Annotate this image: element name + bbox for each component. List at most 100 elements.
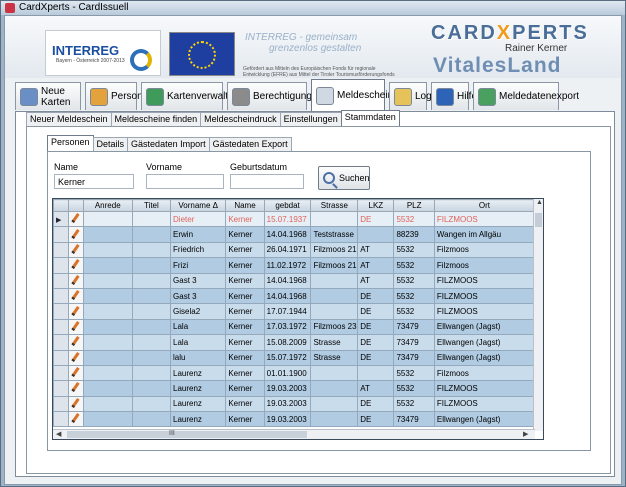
table-cell[interactable] <box>82 303 133 320</box>
table-cell[interactable]: FILZMOOS <box>433 287 536 305</box>
edit-cell[interactable] <box>67 226 84 243</box>
table-cell[interactable]: Gast 3 <box>170 272 227 289</box>
table-cell[interactable]: 5532 <box>393 257 435 274</box>
table-row[interactable]: Laurenz Kerner 01.01.1900 5532 Filzmoos <box>53 364 536 382</box>
pencil-icon[interactable] <box>71 228 80 239</box>
persons-grid[interactable]: Anrede Titel Vorname Δ Name gebdat Strasse LKZ… <box>52 198 544 440</box>
table-cell[interactable]: 19.03.2003 <box>263 395 312 413</box>
table-cell[interactable]: Erwin <box>170 226 227 243</box>
table-cell[interactable]: DE <box>357 303 395 320</box>
row-header[interactable]: ▶ <box>53 210 69 228</box>
table-cell[interactable] <box>131 272 172 289</box>
table-cell[interactable] <box>310 395 359 413</box>
table-cell[interactable]: Lala <box>170 334 227 351</box>
table-cell[interactable] <box>310 287 359 305</box>
edit-cell[interactable] <box>67 241 84 259</box>
table-cell[interactable] <box>82 334 133 351</box>
subtab-meldescheine-finden[interactable]: Meldescheine finden <box>110 112 202 126</box>
name-input[interactable] <box>54 174 134 189</box>
table-cell[interactable] <box>131 210 172 228</box>
table-cell[interactable] <box>310 210 359 228</box>
table-cell[interactable]: DE <box>357 411 395 428</box>
row-header[interactable] <box>53 318 69 336</box>
vertical-scroll-thumb[interactable] <box>535 213 542 227</box>
pencil-icon[interactable] <box>71 274 80 285</box>
table-cell[interactable]: AT <box>357 257 395 274</box>
toolbar-meldeschein-button[interactable]: Meldeschein <box>311 79 393 111</box>
row-header[interactable] <box>53 272 69 289</box>
table-cell[interactable]: Kerner <box>225 318 265 336</box>
edit-cell[interactable] <box>67 380 84 397</box>
pencil-icon[interactable] <box>71 413 80 424</box>
edit-cell[interactable] <box>67 395 84 413</box>
table-row[interactable]: Friedrich Kerner 26.04.1971 Filzmoos 21 AT 55… <box>53 241 536 259</box>
column-header[interactable]: LKZ <box>357 199 395 212</box>
table-cell[interactable] <box>131 380 172 397</box>
table-cell[interactable]: Laurenz <box>170 395 227 413</box>
table-cell[interactable]: Filzmoos <box>433 364 536 382</box>
table-cell[interactable]: Kerner <box>225 210 265 228</box>
row-header[interactable] <box>53 226 69 243</box>
table-cell[interactable]: 5532 <box>393 272 435 289</box>
toolbar-log-button[interactable]: Log <box>389 82 432 110</box>
horizontal-scrollbar[interactable]: ◀ III ▶ <box>53 429 535 439</box>
table-cell[interactable]: DE <box>357 318 395 336</box>
innertab-details[interactable]: Details <box>92 137 129 151</box>
table-cell[interactable]: 14.04.1968 <box>263 226 312 243</box>
table-cell[interactable] <box>82 210 133 228</box>
table-cell[interactable]: 15.08.2009 <box>263 334 312 351</box>
edit-cell[interactable] <box>67 210 84 228</box>
table-cell[interactable] <box>310 411 359 428</box>
table-row[interactable]: Lala Kerner 17.03.1972 Filzmoos 235 DE 73479 E… <box>53 318 536 336</box>
table-cell[interactable]: 73479 <box>393 411 435 428</box>
table-cell[interactable]: DE <box>357 287 395 305</box>
subtab-meldescheindruck[interactable]: Meldescheindruck <box>200 112 281 126</box>
table-cell[interactable]: 5532 <box>393 364 435 382</box>
table-cell[interactable]: Laurenz <box>170 364 227 382</box>
pencil-icon[interactable] <box>71 336 80 347</box>
table-cell[interactable] <box>131 364 172 382</box>
table-cell[interactable] <box>131 241 172 259</box>
table-cell[interactable]: Ellwangen (Jagst) <box>433 318 536 336</box>
table-cell[interactable]: Gast 3 <box>170 287 227 305</box>
row-header[interactable] <box>53 257 69 274</box>
table-cell[interactable] <box>131 318 172 336</box>
table-cell[interactable]: Teststrasse <box>310 226 359 243</box>
table-cell[interactable]: Kerner <box>225 411 265 428</box>
table-cell[interactable]: FILZMOOS <box>433 395 536 413</box>
table-cell[interactable]: FILZMOOS <box>433 380 536 397</box>
table-cell[interactable]: Wangen im Allgäu <box>433 226 536 243</box>
toolbar-berechtigungen-button[interactable]: Berechtigungen <box>227 82 323 110</box>
table-cell[interactable]: lalu <box>170 349 227 366</box>
edit-cell[interactable] <box>67 287 84 305</box>
table-cell[interactable]: DE <box>357 210 395 228</box>
edit-cell[interactable] <box>67 257 84 274</box>
table-cell[interactable]: Strasse <box>310 349 359 366</box>
table-cell[interactable]: 88239 <box>393 226 435 243</box>
table-cell[interactable]: Kerner <box>225 303 265 320</box>
row-header[interactable] <box>53 334 69 351</box>
table-cell[interactable] <box>131 334 172 351</box>
edit-cell[interactable] <box>67 303 84 320</box>
column-header[interactable]: Ort <box>433 199 536 212</box>
table-cell[interactable]: Filzmoos 21 <box>310 257 359 274</box>
table-cell[interactable]: FILZMOOS <box>433 272 536 289</box>
table-row[interactable]: Frizi Kerner 11.02.1972 Filzmoos 21 AT 5532 Fi… <box>53 257 536 274</box>
table-cell[interactable] <box>131 411 172 428</box>
subtab-stammdaten[interactable]: Stammdaten <box>340 110 400 126</box>
table-cell[interactable]: 01.01.1900 <box>263 364 312 382</box>
table-cell[interactable]: Ellwangen (Jagst) <box>433 349 536 366</box>
column-header[interactable]: Anrede <box>82 199 133 212</box>
toolbar-personen-button[interactable]: Personen <box>85 82 154 110</box>
table-cell[interactable]: DE <box>357 349 395 366</box>
table-row[interactable]: Laurenz Kerner 19.03.2003 DE 73479 Ellwangen … <box>53 411 536 428</box>
table-cell[interactable]: 5532 <box>393 241 435 259</box>
table-row[interactable]: Laurenz Kerner 19.03.2003 DE 5532 FILZMOOS <box>53 395 536 413</box>
table-cell[interactable] <box>310 364 359 382</box>
table-cell[interactable]: Kerner <box>225 287 265 305</box>
scroll-right-icon[interactable]: ▶ <box>523 430 528 438</box>
table-cell[interactable]: DE <box>357 395 395 413</box>
table-cell[interactable]: Lala <box>170 318 227 336</box>
table-row[interactable]: lalu Kerner 15.07.1972 Strasse DE 73479 Ellwan… <box>53 349 536 366</box>
table-cell[interactable]: Kerner <box>225 395 265 413</box>
